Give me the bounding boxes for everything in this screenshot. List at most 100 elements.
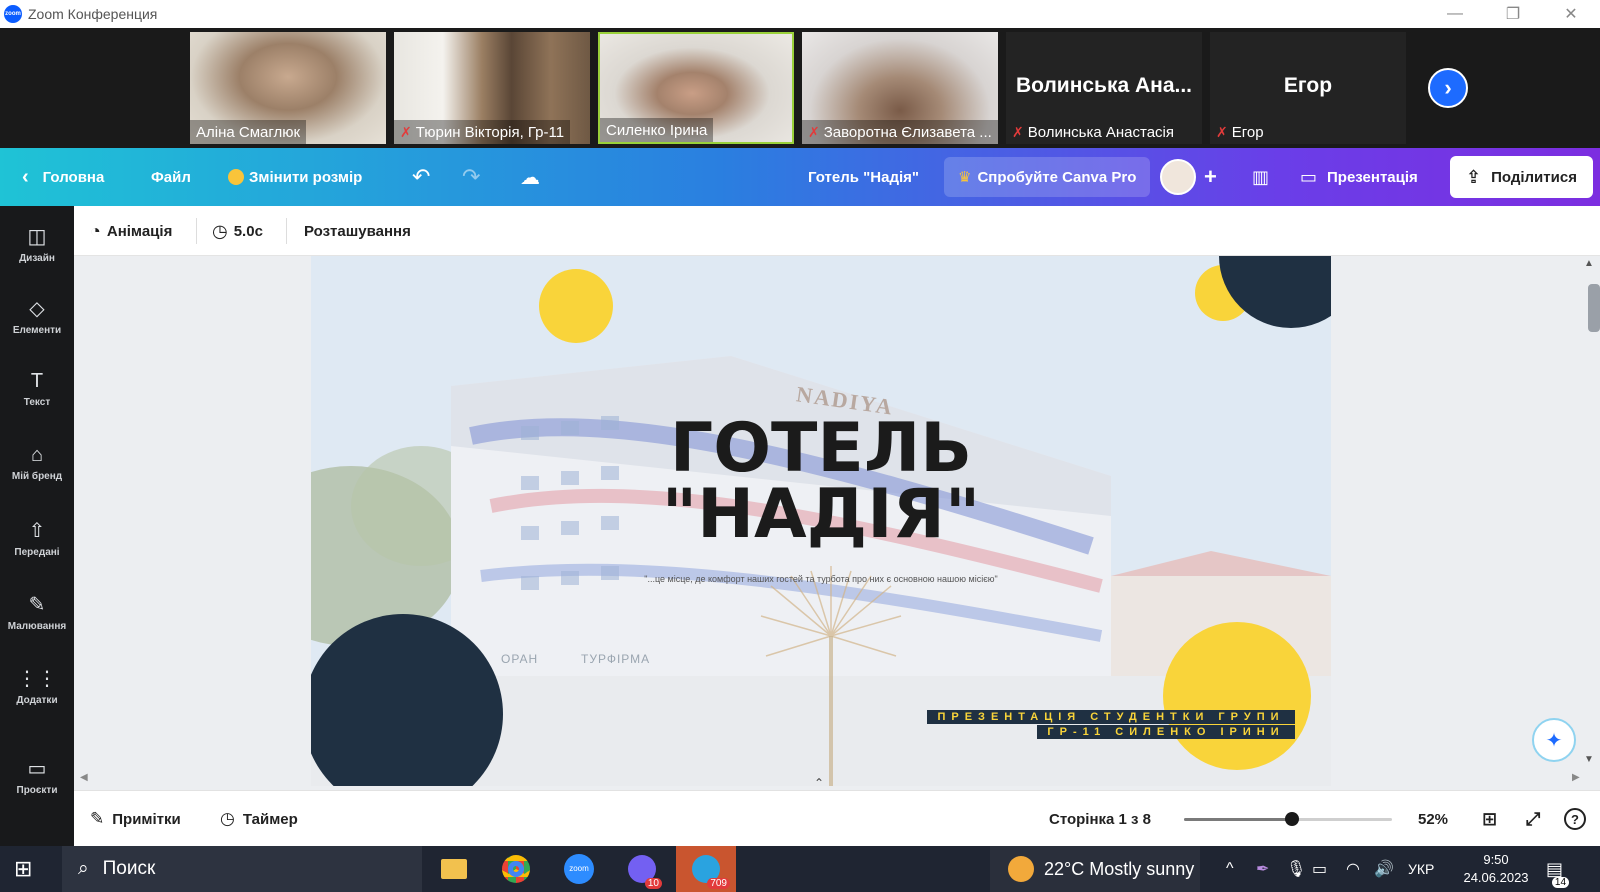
minimize-icon[interactable]: — — [1426, 0, 1484, 28]
viber-icon[interactable]: 10 — [616, 846, 668, 892]
input-language[interactable]: УКР — [1408, 846, 1434, 892]
home-button[interactable]: ‹ Головна — [22, 148, 104, 206]
slide-title[interactable]: ГОТЕЛЬ "НАДІЯ" — [611, 409, 1031, 554]
scroll-down-arrow-icon[interactable]: ▼ — [1584, 754, 1594, 765]
scroll-left-arrow-icon[interactable]: ◀ — [80, 772, 88, 783]
participant-name: ✗ Волинська Анастасія — [1012, 123, 1175, 141]
participant-tile[interactable]: ✗ Тюрин Вікторія, Гр-11 — [394, 32, 590, 144]
notifications-icon[interactable]: ▤ 14 — [1546, 846, 1570, 892]
windows-start-icon[interactable]: ⊞ — [14, 846, 32, 892]
weather-widget[interactable]: 22°C Mostly sunny — [990, 846, 1200, 892]
participant-tile[interactable]: Волинська Ана... ✗ Волинська Анастасія — [1006, 32, 1202, 144]
toolbar-divider — [286, 218, 287, 244]
slide-title-line-2: "НАДІЯ" — [661, 475, 981, 554]
file-menu-button[interactable]: Файл — [151, 148, 191, 206]
expand-pages-chevron-icon[interactable]: ⌃ — [814, 776, 824, 790]
sidebar-item-text[interactable]: T Текст — [0, 370, 74, 408]
help-button[interactable]: ? — [1564, 791, 1586, 847]
wifi-icon[interactable]: ◠ — [1346, 846, 1360, 892]
text-icon: T — [30, 370, 44, 392]
sidebar-item-draw[interactable]: ✎ Малювання — [0, 592, 74, 632]
folder-icon: ▭ — [27, 758, 47, 780]
participant-tile-active-speaker[interactable]: Силенко Ірина — [598, 32, 794, 144]
insights-chart-icon[interactable]: ▥ — [1252, 148, 1269, 206]
participant-name: Аліна Смаглюк — [190, 120, 307, 144]
next-page-arrow-icon[interactable]: › — [1428, 68, 1468, 108]
document-title[interactable]: Готель "Надія" — [808, 148, 919, 206]
zoom-slider-handle[interactable] — [1285, 812, 1300, 826]
shapes-icon: ◇ — [29, 298, 45, 320]
help-icon: ? — [1564, 808, 1586, 830]
show-hidden-icons-chevron-icon[interactable]: ^ — [1226, 846, 1234, 892]
notifications-badge: 14 — [1551, 877, 1570, 888]
window-title: Zoom Конференция — [28, 6, 158, 22]
share-upload-icon: ⇪ — [1466, 166, 1482, 187]
timer-button[interactable]: ◷ Таймер — [220, 791, 298, 847]
slide-tagline[interactable]: "...це місце, де комфорт наших гостей та… — [601, 574, 1041, 584]
participant-tile[interactable]: Аліна Смаглюк — [190, 32, 386, 144]
magic-assistant-button[interactable]: ✦ — [1532, 718, 1576, 762]
redo-icon[interactable]: ↷ — [462, 148, 480, 206]
sparkle-icon: ✦ — [1545, 729, 1563, 752]
file-explorer-icon[interactable] — [428, 846, 480, 892]
vertical-scrollbar-thumb[interactable] — [1588, 284, 1600, 332]
slide-caption[interactable]: ПРЕЗЕНТАЦІЯ СТУДЕНТКИ ГРУПИ ГР-11 СИЛЕНК… — [927, 710, 1299, 740]
participant-tile[interactable]: Егор ✗ Егор — [1210, 32, 1406, 144]
fullscreen-icon[interactable]: ⤢ — [1526, 791, 1540, 847]
sidebar-item-uploads[interactable]: ⇧ Передані — [0, 518, 74, 558]
page-indicator[interactable]: Сторінка 1 з 8 — [1049, 791, 1151, 847]
sidebar-item-brand[interactable]: ⌂ Мій бренд — [0, 444, 74, 482]
try-canva-pro-button[interactable]: ♛ Спробуйте Canva Pro — [944, 157, 1151, 197]
participant-name: ✗ Тюрин Вікторія, Гр-11 — [394, 120, 571, 144]
battery-icon[interactable]: ▭ — [1312, 846, 1327, 892]
microphone-icon[interactable]: 🎙 — [1286, 846, 1306, 892]
slide-sign-right: ТУРФІРМА — [581, 652, 651, 666]
notes-button[interactable]: ✎ Примітки — [90, 791, 181, 847]
clock-icon: ◷ — [212, 220, 228, 241]
zoom-slider-fill — [1184, 818, 1293, 821]
resize-button[interactable]: Змінити розмір — [228, 148, 362, 206]
canvas-area: NADIYA ОРАН ТУРФІРМА ГОТЕЛЬ "НАДІЯ" "...… — [74, 256, 1600, 790]
telegram-icon[interactable]: 709 — [676, 846, 736, 892]
zoom-slider[interactable] — [1184, 812, 1392, 826]
telegram-badge: 709 — [707, 878, 730, 889]
sidebar-item-elements[interactable]: ◇ Елементи — [0, 296, 74, 336]
sidebar-item-projects[interactable]: ▭ Проєкти — [0, 756, 74, 796]
animation-button[interactable]: ◔ Анімація — [90, 206, 172, 256]
close-icon[interactable]: ✕ — [1542, 0, 1600, 28]
chrome-icon[interactable] — [490, 846, 542, 892]
present-button[interactable]: ▭ Презентація — [1300, 148, 1418, 206]
duration-button[interactable]: ◷ 5.0с — [212, 206, 263, 256]
sidebar-item-apps[interactable]: ⋮⋮ Додатки — [0, 666, 74, 706]
pen-icon[interactable]: ✒ — [1256, 846, 1269, 892]
canva-header: ‹ Головна Файл Змінити розмір ↶ ↷ ☁ Готе… — [0, 148, 1600, 206]
taskbar-search[interactable]: ⌕ Поиск — [62, 846, 422, 892]
position-button[interactable]: Розташування — [304, 206, 411, 256]
share-button[interactable]: ⇪ Поділитися — [1450, 156, 1593, 198]
add-collaborator-icon[interactable]: + — [1204, 148, 1217, 206]
partly-sunny-icon — [1008, 856, 1034, 882]
upload-icon: ⇧ — [28, 520, 46, 542]
volume-icon[interactable]: 🔊 — [1374, 846, 1394, 892]
zoom-app-icon[interactable]: zoom — [553, 846, 605, 892]
restore-icon[interactable]: ❐ — [1484, 0, 1542, 28]
editor-sidebar: ◫ Дизайн ◇ Елементи T Текст ⌂ Мій бренд ⇧ Пер… — [0, 206, 74, 846]
slide-page[interactable]: NADIYA ОРАН ТУРФІРМА ГОТЕЛЬ "НАДІЯ" "...… — [311, 256, 1331, 786]
user-avatar[interactable] — [1160, 159, 1196, 195]
cloud-saved-icon[interactable]: ☁ — [520, 148, 540, 206]
participant-tile[interactable]: ✗ Заворотна Єлизавета ... — [802, 32, 998, 144]
participant-strip: Аліна Смаглюк ✗ Тюрин Вікторія, Гр-11 Сил… — [0, 28, 1600, 148]
scroll-up-arrow-icon[interactable]: ▲ — [1584, 258, 1594, 269]
notes-icon: ✎ — [90, 809, 105, 828]
zoom-level[interactable]: 52% — [1418, 791, 1448, 847]
element-toolbar: ◔ Анімація ◷ 5.0с Розташування — [74, 206, 1600, 256]
grid-view-icon[interactable]: ⊞ — [1482, 791, 1497, 847]
taskbar-clock[interactable]: 9:50 24.06.2023 — [1463, 846, 1528, 892]
undo-icon[interactable]: ↶ — [412, 148, 430, 206]
brand-icon: ⌂ — [30, 444, 44, 466]
sidebar-item-design[interactable]: ◫ Дизайн — [0, 224, 74, 264]
search-icon: ⌕ — [78, 858, 89, 879]
scroll-right-arrow-icon[interactable]: ▶ — [1572, 772, 1580, 783]
slide-title-line-1: ГОТЕЛЬ — [669, 409, 973, 488]
zoom-title-bar: zoom Zoom Конференция — ❐ ✕ — [0, 0, 1600, 28]
